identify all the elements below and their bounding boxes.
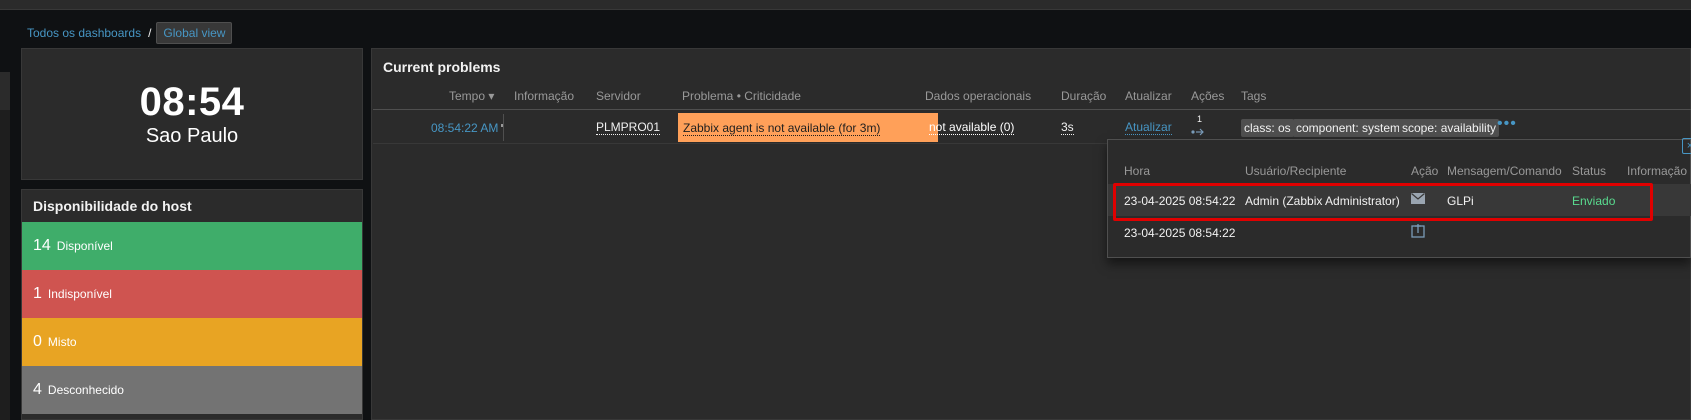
popup-row-status: Enviado (1572, 194, 1616, 208)
popup-col-info: Informação (1627, 164, 1688, 178)
tag-class-os[interactable]: class: os (1241, 119, 1294, 137)
host-availability-widget: Disponibilidade do host 14 Disponível 1 … (21, 189, 363, 420)
availability-row-unknown[interactable]: 4 Desconhecido (22, 366, 362, 414)
problems-table-header: Tempo ▾ Informação Servidor Problema • C… (373, 80, 1691, 110)
popup-row: 23-04-2025 08:54:22 Admin (Zabbix Admini… (1108, 184, 1691, 216)
clock-widget: 08:54 Sao Paulo (21, 48, 363, 180)
col-problem: Problema • Criticidade (682, 89, 801, 103)
col-duration: Duração (1061, 89, 1107, 103)
host-availability-title: Disponibilidade do host (33, 198, 192, 214)
availability-row-unavailable[interactable]: 1 Indisponível (22, 270, 362, 318)
availability-label: Indisponível (47, 287, 112, 301)
problem-created-icon (1411, 224, 1425, 241)
col-tags: Tags (1241, 89, 1267, 103)
availability-label: Misto (47, 335, 77, 349)
popup-row-user: Admin (Zabbix Administrator) (1245, 194, 1400, 208)
tag-scope-availability[interactable]: scope: availability (1399, 119, 1500, 137)
col-update: Atualizar (1125, 89, 1172, 103)
sidebar-edge (0, 72, 10, 110)
col-actions: Ações (1191, 89, 1225, 103)
availability-label: Desconhecido (47, 383, 124, 397)
breadcrumb-current-dashboard[interactable]: Global view (156, 22, 233, 44)
tag-component-system[interactable]: component: system (1293, 119, 1404, 137)
actions-popup: Hora Usuário/Recipiente Ação Mensagem/Co… (1107, 139, 1691, 258)
update-link[interactable]: Atualizar (1125, 121, 1172, 135)
actions-count: 1 (1197, 114, 1203, 124)
breadcrumb-separator: / (148, 26, 152, 40)
clock-time: 08:54 (139, 79, 245, 124)
envelope-icon (1411, 193, 1425, 207)
availability-count: 4 (33, 381, 42, 398)
breadcrumb: Todos os dashboards / Global view (27, 22, 233, 44)
popup-row-time: 23-04-2025 08:54:22 (1124, 194, 1236, 208)
availability-count: 0 (33, 333, 42, 350)
row-divider (503, 114, 504, 141)
sidebar-edge-lower (0, 110, 10, 420)
operational-data[interactable]: not available (0) (929, 121, 1015, 135)
availability-count: 1 (33, 285, 42, 302)
popup-row-message: GLPi (1447, 194, 1474, 208)
col-opdata: Dados operacionais (925, 89, 1032, 103)
clock-city: Sao Paulo (145, 124, 239, 147)
close-icon[interactable]: × (1682, 138, 1691, 154)
popup-col-user: Usuário/Recipiente (1245, 164, 1347, 178)
popup-col-time: Hora (1124, 164, 1151, 178)
problem-severity-cell[interactable]: Zabbix agent is not available (for 3m) (678, 113, 938, 142)
availability-row-mixed[interactable]: 0 Misto (22, 318, 362, 366)
popup-col-action: Ação (1411, 164, 1439, 178)
current-problems-title: Current problems (383, 59, 501, 75)
problem-name[interactable]: Zabbix agent is not available (for 3m) (683, 121, 881, 136)
actions-indicator-icon[interactable]: 1 (1191, 114, 1207, 137)
availability-row-available[interactable]: 14 Disponível (22, 222, 362, 270)
more-tags-icon[interactable]: ••• (1497, 115, 1517, 133)
top-bar (0, 0, 1691, 10)
problem-time-link[interactable]: 08:54:22 AM (431, 121, 498, 135)
availability-count: 14 (33, 237, 51, 254)
col-info: Informação (514, 89, 575, 103)
host-link[interactable]: PLMPRO01 (596, 121, 661, 135)
popup-col-status: Status (1572, 164, 1607, 178)
availability-label: Disponível (56, 239, 113, 253)
col-time-sortable[interactable]: Tempo ▾ (449, 89, 494, 103)
popup-row-time: 23-04-2025 08:54:22 (1124, 226, 1236, 240)
actions-arrow-icon (1191, 128, 1204, 136)
col-host: Servidor (596, 89, 641, 103)
duration-value[interactable]: 3s (1061, 121, 1074, 135)
breadcrumb-all-dashboards-link[interactable]: Todos os dashboards (27, 26, 141, 40)
popup-col-message: Mensagem/Comando (1447, 164, 1562, 178)
popup-row: 23-04-2025 08:54:22 (1108, 216, 1691, 248)
